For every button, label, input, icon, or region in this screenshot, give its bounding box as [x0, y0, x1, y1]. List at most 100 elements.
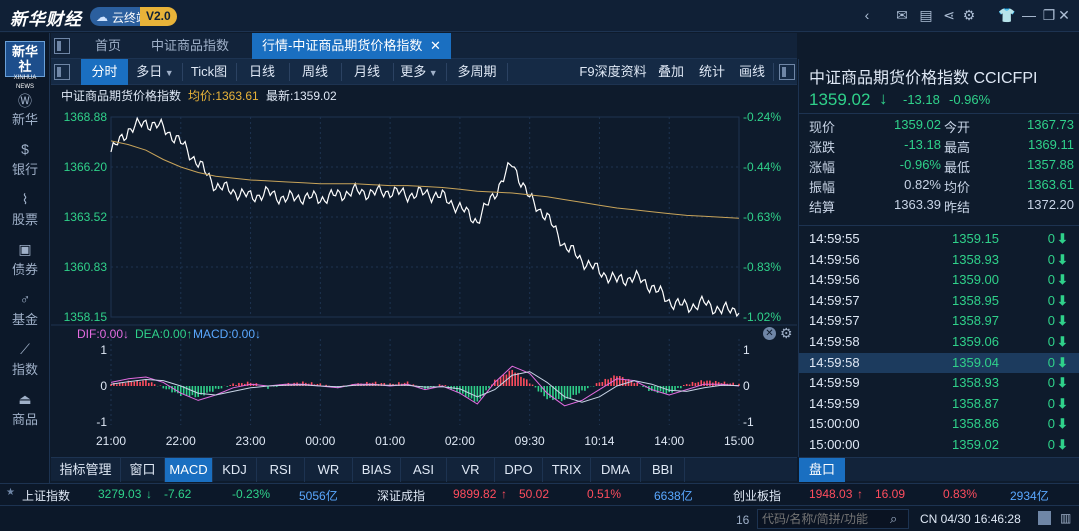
- search-input[interactable]: [762, 511, 882, 527]
- btn-tick[interactable]: Tick图: [185, 59, 233, 85]
- close-icon[interactable]: ✕: [430, 38, 441, 53]
- chevron-down-icon: ▼: [162, 68, 174, 78]
- star-icon[interactable]: ★: [6, 487, 15, 498]
- tab-quote-active[interactable]: 行情-中证商品期货价格指数 ✕: [252, 33, 451, 59]
- tab-order-book[interactable]: 盘口: [799, 458, 845, 482]
- indicator-tab-dpo[interactable]: DPO: [495, 458, 543, 482]
- tick-time: 15:00:00: [809, 416, 860, 432]
- indicator-settings-icon[interactable]: ⚙: [780, 325, 793, 342]
- arrow-down-icon: ⬇: [1057, 231, 1068, 246]
- stat-value: 1357.88: [1027, 157, 1074, 172]
- tick-row[interactable]: 14:59:59 1358.87 0 ⬇: [799, 394, 1079, 414]
- indicator-tab-wr[interactable]: WR: [305, 458, 353, 482]
- indicator-tab-vr[interactable]: VR: [447, 458, 495, 482]
- tick-row[interactable]: 14:59:56 1359.00 0 ⬇: [799, 270, 1079, 290]
- quote-change: -13.18: [903, 92, 940, 107]
- tick-row[interactable]: 14:59:56 1358.93 0 ⬇: [799, 250, 1079, 270]
- tick-row[interactable]: 14:59:57 1358.95 0 ⬇: [799, 291, 1079, 311]
- nav-item-4[interactable]: ♂ 基金: [0, 291, 50, 328]
- tick-price: 1359.04: [952, 354, 999, 370]
- btn-multiday[interactable]: 多日 ▼: [131, 59, 179, 85]
- ticker-price: 3279.03: [98, 487, 142, 501]
- btn-statistics[interactable]: 统计: [694, 59, 730, 85]
- tick-price: 1359.02: [952, 437, 999, 452]
- nav-item-label: 指数: [11, 362, 38, 377]
- tab-home[interactable]: 首页: [85, 33, 131, 59]
- nav-item-5[interactable]: ⟋ 指数: [0, 341, 50, 378]
- lock-icon[interactable]: [1038, 511, 1051, 525]
- tick-price: 1358.86: [952, 416, 999, 432]
- minimize-icon[interactable]: —: [1020, 6, 1038, 24]
- tick-volume: 0: [1047, 231, 1055, 246]
- chart-svg[interactable]: 1368.88 -0.24% 1366.20 -0.44% 1363.52 -0.63% 1…: [51, 103, 797, 457]
- last-price-label: 最新:1359.02: [266, 89, 337, 103]
- nav-item-0[interactable]: Ⓦ 新华: [0, 91, 50, 128]
- close-icon[interactable]: ✕: [1055, 6, 1073, 24]
- indicator-tab-trix[interactable]: TRIX: [543, 458, 591, 482]
- ticker-price: 9899.82: [453, 487, 497, 501]
- chart-area[interactable]: 1368.88 -0.24% 1366.20 -0.44% 1363.52 -0.63% 1…: [51, 103, 797, 457]
- tick-time: 14:59:57: [809, 292, 860, 308]
- btn-f9-deep-data[interactable]: F9深度资料: [578, 59, 648, 85]
- nav-item-2[interactable]: ⌇ 股票: [0, 191, 50, 228]
- tick-time: 14:59:58: [809, 334, 860, 349]
- indicator-tab-bbi[interactable]: BBI: [641, 458, 685, 482]
- mail-icon[interactable]: ✉: [893, 6, 911, 24]
- nav-item-label: 银行: [11, 162, 38, 177]
- btn-overlay[interactable]: 叠加: [653, 59, 689, 85]
- btn-multi-period[interactable]: 多周期: [451, 59, 503, 85]
- tick-row[interactable]: 15:00:00 1359.02 0 ⬇: [799, 435, 1079, 455]
- x-tick-label: 00:00: [305, 434, 335, 448]
- indicator-tab-macd[interactable]: MACD: [165, 458, 213, 482]
- tick-row[interactable]: 14:59:58 1359.06 0 ⬇: [799, 332, 1079, 352]
- arrow-down-icon: ⬇: [1057, 292, 1068, 308]
- arrow-down-icon: ⬇: [1057, 313, 1068, 329]
- cloud-icon: ☁: [96, 10, 108, 24]
- indicator-tab-窗口[interactable]: 窗口: [121, 458, 165, 482]
- panel-toggle-icon[interactable]: [54, 38, 70, 54]
- macd-dea-line: [110, 371, 740, 403]
- panel-toggle-icon[interactable]: [54, 64, 70, 80]
- xinhua-logo[interactable]: 新华社 XINHUA NEWS: [5, 41, 45, 90]
- indicator-tab-asi[interactable]: ASI: [401, 458, 447, 482]
- stat-label: 最高: [944, 140, 971, 155]
- btn-draw-line[interactable]: 画线: [734, 59, 770, 85]
- tick-row[interactable]: 14:59:58 1359.04 0 ⬇: [799, 352, 1079, 373]
- btn-weekly[interactable]: 周线: [292, 59, 338, 85]
- close-indicator-icon[interactable]: ✕: [763, 327, 776, 340]
- arrow-down-icon: ⬇: [1057, 334, 1068, 349]
- nav-item-3[interactable]: ▣ 债券: [0, 241, 50, 278]
- tick-row[interactable]: 14:59:55 1359.15 0 ⬇: [799, 229, 1079, 249]
- indicator-tab-kdj[interactable]: KDJ: [213, 458, 257, 482]
- tick-row[interactable]: 14:59:59 1358.93 0 ⬇: [799, 373, 1079, 393]
- ticker-arrow: ↓: [146, 487, 152, 501]
- indicator-tab-bias[interactable]: BIAS: [353, 458, 401, 482]
- search-box[interactable]: ⌕: [757, 509, 909, 529]
- indicator-tab-rsi[interactable]: RSI: [257, 458, 305, 482]
- nav-item-6[interactable]: ⏏ 商品: [0, 391, 50, 428]
- indicator-tab-指标管理[interactable]: 指标管理: [51, 458, 121, 482]
- more-label: 更多: [400, 64, 427, 79]
- search-icon[interactable]: ⌕: [890, 511, 897, 527]
- arrow-down-icon: ↓: [879, 89, 888, 108]
- tick-row[interactable]: 15:00:00 1358.86 0 ⬇: [799, 414, 1079, 434]
- share-icon[interactable]: ⋖: [940, 6, 958, 24]
- stat-value: 0.82%: [904, 177, 941, 192]
- layout-icon[interactable]: ▥: [1060, 511, 1071, 525]
- stat-value: 1363.39: [894, 197, 941, 212]
- ticker-name: 创业板指: [733, 489, 782, 503]
- chevron-left-icon[interactable]: ‹: [858, 6, 876, 24]
- indicator-tab-dma[interactable]: DMA: [591, 458, 641, 482]
- tick-row[interactable]: 14:59:57 1358.97 0 ⬇: [799, 311, 1079, 331]
- btn-monthly[interactable]: 月线: [344, 59, 390, 85]
- chat-icon[interactable]: ▤: [917, 6, 935, 24]
- x-tick-label: 23:00: [236, 434, 266, 448]
- panel-toggle-icon[interactable]: [779, 64, 795, 80]
- btn-more[interactable]: 更多 ▼: [396, 59, 442, 85]
- tab-csi-commodity[interactable]: 中证商品指数: [141, 33, 239, 59]
- shirt-icon[interactable]: 👕: [998, 6, 1016, 24]
- gear-icon[interactable]: ⚙: [960, 6, 978, 24]
- nav-item-1[interactable]: $ 银行: [0, 141, 50, 178]
- btn-daily[interactable]: 日线: [239, 59, 285, 85]
- btn-intraday[interactable]: 分时: [81, 59, 128, 85]
